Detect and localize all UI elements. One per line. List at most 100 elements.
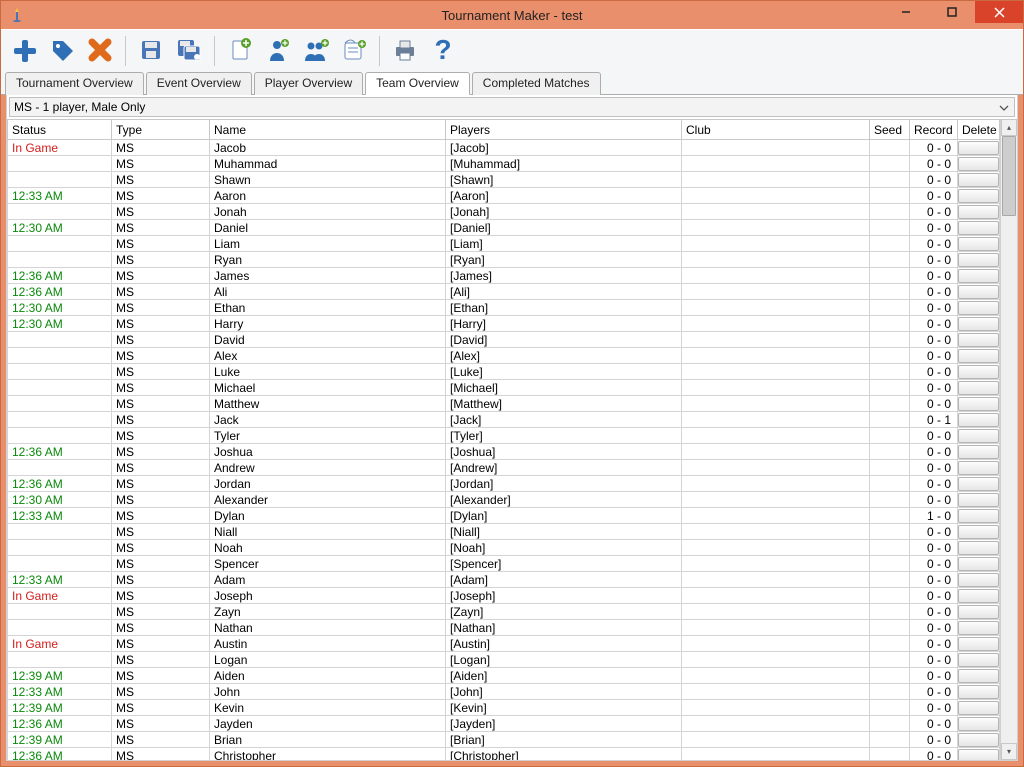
cell-seed[interactable]	[870, 316, 910, 332]
cell-record[interactable]: 0 - 0	[910, 140, 958, 156]
cell-type[interactable]: MS	[112, 268, 210, 284]
cell-type[interactable]: MS	[112, 620, 210, 636]
cell-type[interactable]: MS	[112, 652, 210, 668]
cell-name[interactable]: Aiden	[210, 668, 446, 684]
cell-record[interactable]: 0 - 0	[910, 556, 958, 572]
cell-players[interactable]: [Jayden]	[446, 716, 682, 732]
cell-seed[interactable]	[870, 252, 910, 268]
cell-seed[interactable]	[870, 604, 910, 620]
cell-players[interactable]: [Aiden]	[446, 668, 682, 684]
cell-status[interactable]: 12:33 AM	[8, 572, 112, 588]
cell-record[interactable]: 0 - 0	[910, 652, 958, 668]
cell-players[interactable]: [Liam]	[446, 236, 682, 252]
cell-club[interactable]	[682, 252, 870, 268]
cell-name[interactable]: Spencer	[210, 556, 446, 572]
delete-row-button[interactable]	[958, 253, 999, 267]
delete-row-button[interactable]	[958, 717, 999, 731]
cell-seed[interactable]	[870, 156, 910, 172]
cell-type[interactable]: MS	[112, 524, 210, 540]
cell-name[interactable]: David	[210, 332, 446, 348]
table-row[interactable]: MSNoah[Noah]0 - 0	[8, 540, 1000, 556]
cell-seed[interactable]	[870, 556, 910, 572]
delete-row-button[interactable]	[958, 589, 999, 603]
cell-seed[interactable]	[870, 620, 910, 636]
cell-name[interactable]: Jordan	[210, 476, 446, 492]
cell-type[interactable]: MS	[112, 188, 210, 204]
maximize-button[interactable]	[929, 1, 975, 23]
col-header-seed[interactable]: Seed	[870, 120, 910, 140]
cell-seed[interactable]	[870, 652, 910, 668]
cell-record[interactable]: 0 - 0	[910, 252, 958, 268]
cell-club[interactable]	[682, 700, 870, 716]
cell-seed[interactable]	[870, 284, 910, 300]
delete-row-button[interactable]	[958, 525, 999, 539]
col-header-record[interactable]: Record	[910, 120, 958, 140]
cell-record[interactable]: 0 - 0	[910, 716, 958, 732]
cell-status[interactable]	[8, 204, 112, 220]
table-row[interactable]: MSTyler[Tyler]0 - 0	[8, 428, 1000, 444]
cell-type[interactable]: MS	[112, 396, 210, 412]
cell-name[interactable]: Luke	[210, 364, 446, 380]
cell-players[interactable]: [Shawn]	[446, 172, 682, 188]
delete-row-button[interactable]	[958, 685, 999, 699]
cell-status[interactable]	[8, 332, 112, 348]
cell-type[interactable]: MS	[112, 332, 210, 348]
cell-players[interactable]: [Jack]	[446, 412, 682, 428]
cell-type[interactable]: MS	[112, 172, 210, 188]
table-row[interactable]: MSRyan[Ryan]0 - 0	[8, 252, 1000, 268]
cell-name[interactable]: Muhammad	[210, 156, 446, 172]
delete-row-button[interactable]	[958, 269, 999, 283]
cell-record[interactable]: 0 - 0	[910, 188, 958, 204]
cell-record[interactable]: 0 - 0	[910, 540, 958, 556]
cell-seed[interactable]	[870, 716, 910, 732]
cell-record[interactable]: 0 - 0	[910, 220, 958, 236]
cell-name[interactable]: Alex	[210, 348, 446, 364]
cell-seed[interactable]	[870, 700, 910, 716]
col-header-status[interactable]: Status	[8, 120, 112, 140]
cell-players[interactable]: [Brian]	[446, 732, 682, 748]
cell-seed[interactable]	[870, 380, 910, 396]
cell-club[interactable]	[682, 572, 870, 588]
cell-record[interactable]: 0 - 0	[910, 284, 958, 300]
cell-name[interactable]: Noah	[210, 540, 446, 556]
cell-name[interactable]: Ethan	[210, 300, 446, 316]
cell-status[interactable]: 12:36 AM	[8, 284, 112, 300]
cell-seed[interactable]	[870, 236, 910, 252]
cell-players[interactable]: [Luke]	[446, 364, 682, 380]
cell-name[interactable]: Ali	[210, 284, 446, 300]
cell-name[interactable]: Kevin	[210, 700, 446, 716]
cell-status[interactable]	[8, 380, 112, 396]
cell-club[interactable]	[682, 428, 870, 444]
add-people-button[interactable]	[299, 34, 333, 68]
cell-players[interactable]: [Jacob]	[446, 140, 682, 156]
table-row[interactable]: MSNiall[Niall]0 - 0	[8, 524, 1000, 540]
cell-club[interactable]	[682, 684, 870, 700]
table-row[interactable]: MSNathan[Nathan]0 - 0	[8, 620, 1000, 636]
cell-status[interactable]: 12:36 AM	[8, 268, 112, 284]
tab-completed-matches[interactable]: Completed Matches	[472, 72, 601, 95]
delete-row-button[interactable]	[958, 317, 999, 331]
table-row[interactable]: In GameMSAustin[Austin]0 - 0	[8, 636, 1000, 652]
cell-status[interactable]: 12:36 AM	[8, 476, 112, 492]
cell-type[interactable]: MS	[112, 700, 210, 716]
cell-record[interactable]: 0 - 0	[910, 428, 958, 444]
cell-players[interactable]: [Ethan]	[446, 300, 682, 316]
cell-club[interactable]	[682, 332, 870, 348]
table-row[interactable]: 12:36 AMMSAli[Ali]0 - 0	[8, 284, 1000, 300]
cell-record[interactable]: 0 - 0	[910, 156, 958, 172]
cell-club[interactable]	[682, 156, 870, 172]
cell-status[interactable]: 12:36 AM	[8, 716, 112, 732]
delete-row-button[interactable]	[958, 189, 999, 203]
cell-type[interactable]: MS	[112, 588, 210, 604]
table-row[interactable]: MSMichael[Michael]0 - 0	[8, 380, 1000, 396]
cell-name[interactable]: Austin	[210, 636, 446, 652]
table-row[interactable]: MSLuke[Luke]0 - 0	[8, 364, 1000, 380]
col-header-type[interactable]: Type	[112, 120, 210, 140]
cell-status[interactable]: 12:39 AM	[8, 732, 112, 748]
cell-record[interactable]: 0 - 0	[910, 332, 958, 348]
cell-seed[interactable]	[870, 492, 910, 508]
cell-seed[interactable]	[870, 684, 910, 700]
cell-record[interactable]: 0 - 0	[910, 636, 958, 652]
col-header-players[interactable]: Players	[446, 120, 682, 140]
cell-name[interactable]: Nathan	[210, 620, 446, 636]
